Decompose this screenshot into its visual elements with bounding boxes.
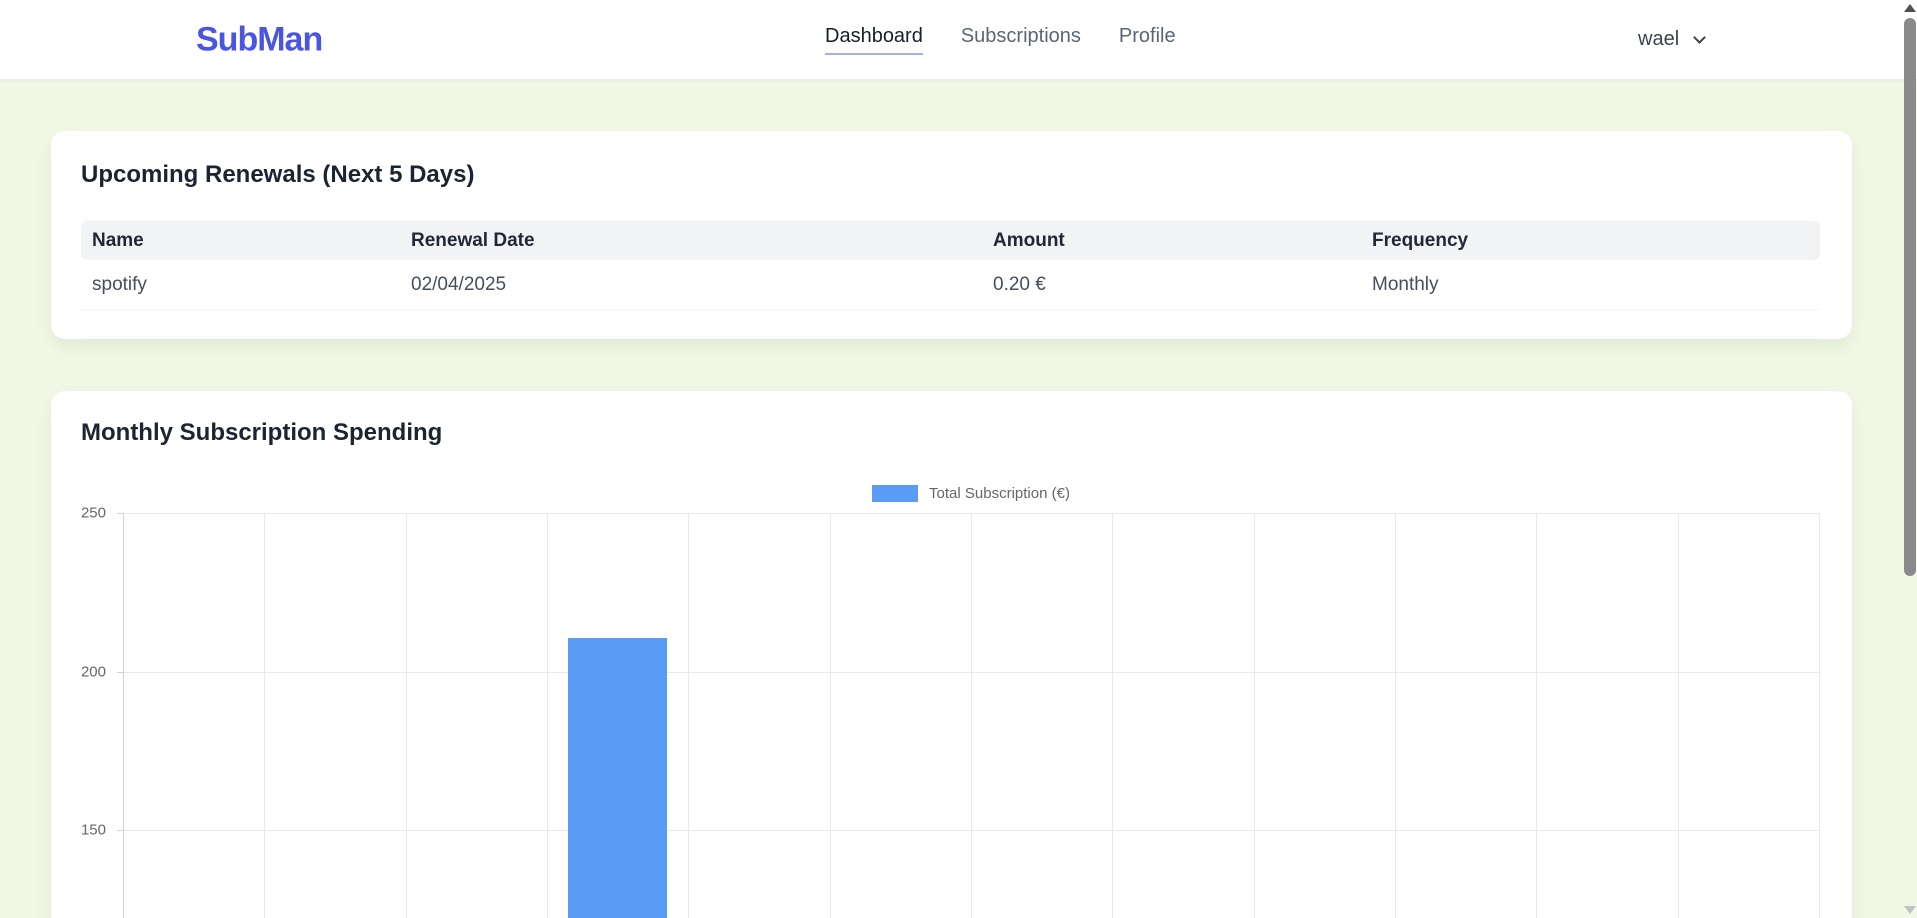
chart-plot: 250200150: [123, 513, 1819, 918]
user-name: wael: [1638, 28, 1679, 51]
v-gridline: [971, 513, 972, 918]
column-header-name: Name: [81, 221, 400, 260]
scroll-up-arrow-icon[interactable]: [1904, 4, 1916, 12]
spending-card-title: Monthly Subscription Spending: [81, 419, 442, 447]
legend-label[interactable]: Total Subscription (€): [929, 485, 1070, 502]
chevron-down-icon: [1693, 31, 1706, 44]
bar-total-subscription: [568, 638, 667, 918]
main-nav: Dashboard Subscriptions Profile: [825, 0, 1176, 79]
cell-name: spotify: [81, 260, 400, 310]
scroll-down-arrow-icon[interactable]: [1904, 906, 1916, 914]
renewals-card-title: Upcoming Renewals (Next 5 Days): [81, 161, 474, 189]
column-header-frequency: Frequency: [1361, 221, 1820, 260]
legend-swatch[interactable]: [872, 485, 918, 502]
y-axis-label: 250: [61, 505, 106, 522]
cell-frequency: Monthly: [1361, 260, 1820, 310]
v-gridline: [406, 513, 407, 918]
vertical-scrollbar[interactable]: [1903, 0, 1917, 918]
nav-item-dashboard[interactable]: Dashboard: [825, 25, 923, 55]
renewals-table: Name Renewal Date Amount Frequency spoti…: [81, 221, 1820, 310]
user-menu-dropdown[interactable]: wael: [1638, 0, 1704, 79]
y-axis-label: 200: [61, 663, 106, 680]
y-axis-label: 150: [61, 822, 106, 839]
app-logo[interactable]: SubMan: [196, 20, 322, 59]
v-gridline: [1678, 513, 1679, 918]
nav-item-profile[interactable]: Profile: [1119, 25, 1176, 55]
v-gridline: [1395, 513, 1396, 918]
v-gridline: [1112, 513, 1113, 918]
cell-amount: 0.20 €: [982, 260, 1361, 310]
chart-legend: Total Subscription (€): [123, 485, 1819, 502]
v-gridline: [1254, 513, 1255, 918]
v-gridline: [264, 513, 265, 918]
column-header-amount: Amount: [982, 221, 1361, 260]
v-gridline: [1819, 513, 1820, 918]
table-header-row: Name Renewal Date Amount Frequency: [81, 221, 1820, 260]
v-gridline: [1536, 513, 1537, 918]
v-gridline: [547, 513, 548, 918]
v-gridline: [830, 513, 831, 918]
monthly-spending-card: Monthly Subscription Spending Total Subs…: [51, 391, 1852, 918]
v-gridline: [688, 513, 689, 918]
upcoming-renewals-card: Upcoming Renewals (Next 5 Days) Name Ren…: [51, 131, 1852, 339]
table-row: spotify 02/04/2025 0.20 € Monthly: [81, 260, 1820, 310]
navbar: SubMan Dashboard Subscriptions Profile w…: [0, 0, 1917, 80]
column-header-renewal-date: Renewal Date: [400, 221, 982, 260]
nav-item-subscriptions[interactable]: Subscriptions: [961, 25, 1081, 55]
scrollbar-thumb[interactable]: [1904, 18, 1916, 576]
y-axis-line: [123, 513, 124, 918]
cell-renewal-date: 02/04/2025: [400, 260, 982, 310]
